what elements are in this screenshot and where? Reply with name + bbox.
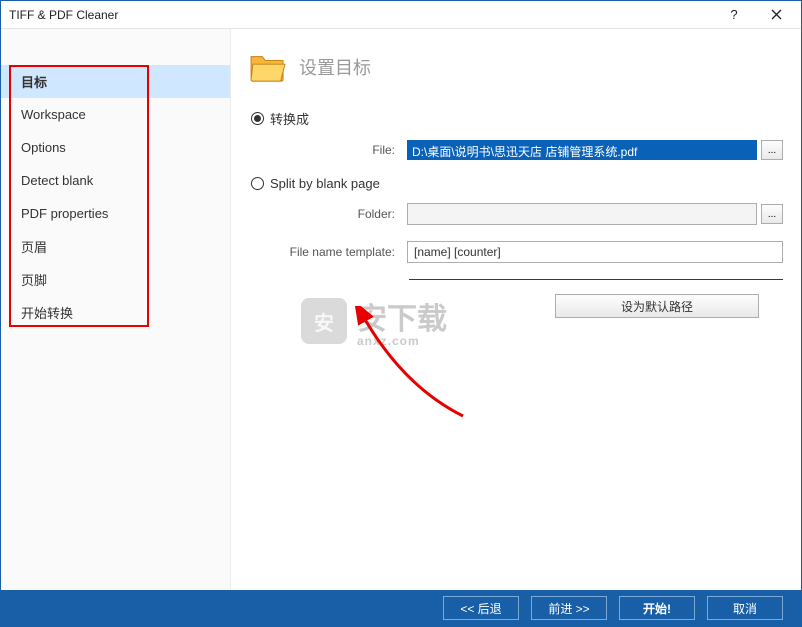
- folder-path-input: [407, 203, 757, 225]
- template-row: File name template:: [249, 241, 783, 263]
- sidebar-item-detect-blank[interactable]: Detect blank: [1, 164, 230, 197]
- sidebar-item-pdf-properties[interactable]: PDF properties: [1, 197, 230, 230]
- file-label: File:: [249, 143, 407, 157]
- sidebar-item-start-convert[interactable]: 开始转换: [1, 296, 230, 329]
- next-button[interactable]: 前进 >>: [531, 596, 607, 620]
- sidebar-item-header[interactable]: 页眉: [1, 230, 230, 263]
- content-header: 设置目标: [249, 51, 783, 83]
- folder-label: Folder:: [249, 207, 407, 221]
- close-icon: [771, 9, 782, 20]
- close-button[interactable]: [755, 2, 797, 28]
- titlebar: TIFF & PDF Cleaner ?: [1, 1, 801, 29]
- sidebar-item-target[interactable]: 目标: [1, 65, 230, 98]
- sidebar: 目标 Workspace Options Detect blank PDF pr…: [1, 29, 231, 590]
- radio-convert[interactable]: 转换成: [251, 109, 783, 128]
- sidebar-item-label: Workspace: [21, 107, 86, 122]
- content-panel: 设置目标 转换成 File: D:\桌面\说明书\思迅天店 店铺管理系统.pdf…: [231, 29, 801, 590]
- help-button[interactable]: ?: [713, 2, 755, 28]
- sidebar-item-label: Detect blank: [21, 173, 93, 188]
- sidebar-item-label: 目标: [21, 72, 47, 91]
- browse-folder-button[interactable]: ...: [761, 204, 783, 224]
- sidebar-item-label: PDF properties: [21, 206, 108, 221]
- file-row: File: D:\桌面\说明书\思迅天店 店铺管理系统.pdf ...: [249, 140, 783, 160]
- folder-row: Folder: ...: [249, 203, 783, 225]
- sidebar-item-label: 开始转换: [21, 303, 73, 322]
- back-button[interactable]: << 后退: [443, 596, 519, 620]
- window-title: TIFF & PDF Cleaner: [9, 8, 713, 22]
- radio-label: Split by blank page: [270, 176, 380, 191]
- template-input[interactable]: [407, 241, 783, 263]
- sidebar-item-label: 页眉: [21, 237, 47, 256]
- sidebar-item-footer[interactable]: 页脚: [1, 263, 230, 296]
- file-path-input[interactable]: D:\桌面\说明书\思迅天店 店铺管理系统.pdf: [407, 140, 757, 160]
- sidebar-item-options[interactable]: Options: [1, 131, 230, 164]
- radio-icon: [251, 112, 264, 125]
- browse-file-button[interactable]: ...: [761, 140, 783, 160]
- start-button[interactable]: 开始!: [619, 596, 695, 620]
- footer: << 后退 前进 >> 开始! 取消: [1, 590, 801, 626]
- radio-label: 转换成: [270, 109, 309, 128]
- sidebar-item-label: 页脚: [21, 270, 47, 289]
- cancel-button[interactable]: 取消: [707, 596, 783, 620]
- template-label: File name template:: [249, 245, 407, 259]
- radio-split[interactable]: Split by blank page: [251, 176, 783, 191]
- radio-icon: [251, 177, 264, 190]
- default-path-button[interactable]: 设为默认路径: [555, 294, 759, 318]
- divider: [409, 279, 783, 280]
- app-window: TIFF & PDF Cleaner ? 目标 Workspace Option…: [0, 0, 802, 627]
- body: 目标 Workspace Options Detect blank PDF pr…: [1, 29, 801, 590]
- sidebar-item-label: Options: [21, 140, 66, 155]
- page-title: 设置目标: [299, 54, 371, 80]
- folder-icon: [249, 51, 287, 83]
- sidebar-item-workspace[interactable]: Workspace: [1, 98, 230, 131]
